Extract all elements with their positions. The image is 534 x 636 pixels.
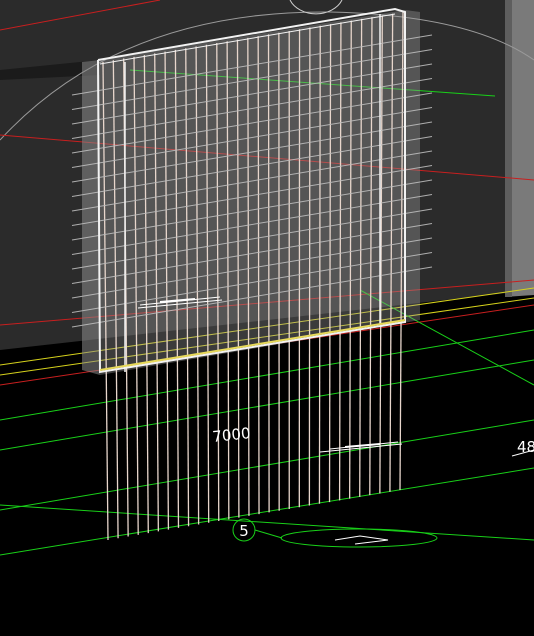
model-canvas[interactable]: 7000 5 48 bbox=[0, 0, 534, 631]
edge-label: 48 bbox=[517, 438, 534, 456]
cad-3d-viewport[interactable]: 7000 5 48 bbox=[0, 0, 534, 631]
grid-bubble-label: 5 bbox=[239, 522, 249, 540]
